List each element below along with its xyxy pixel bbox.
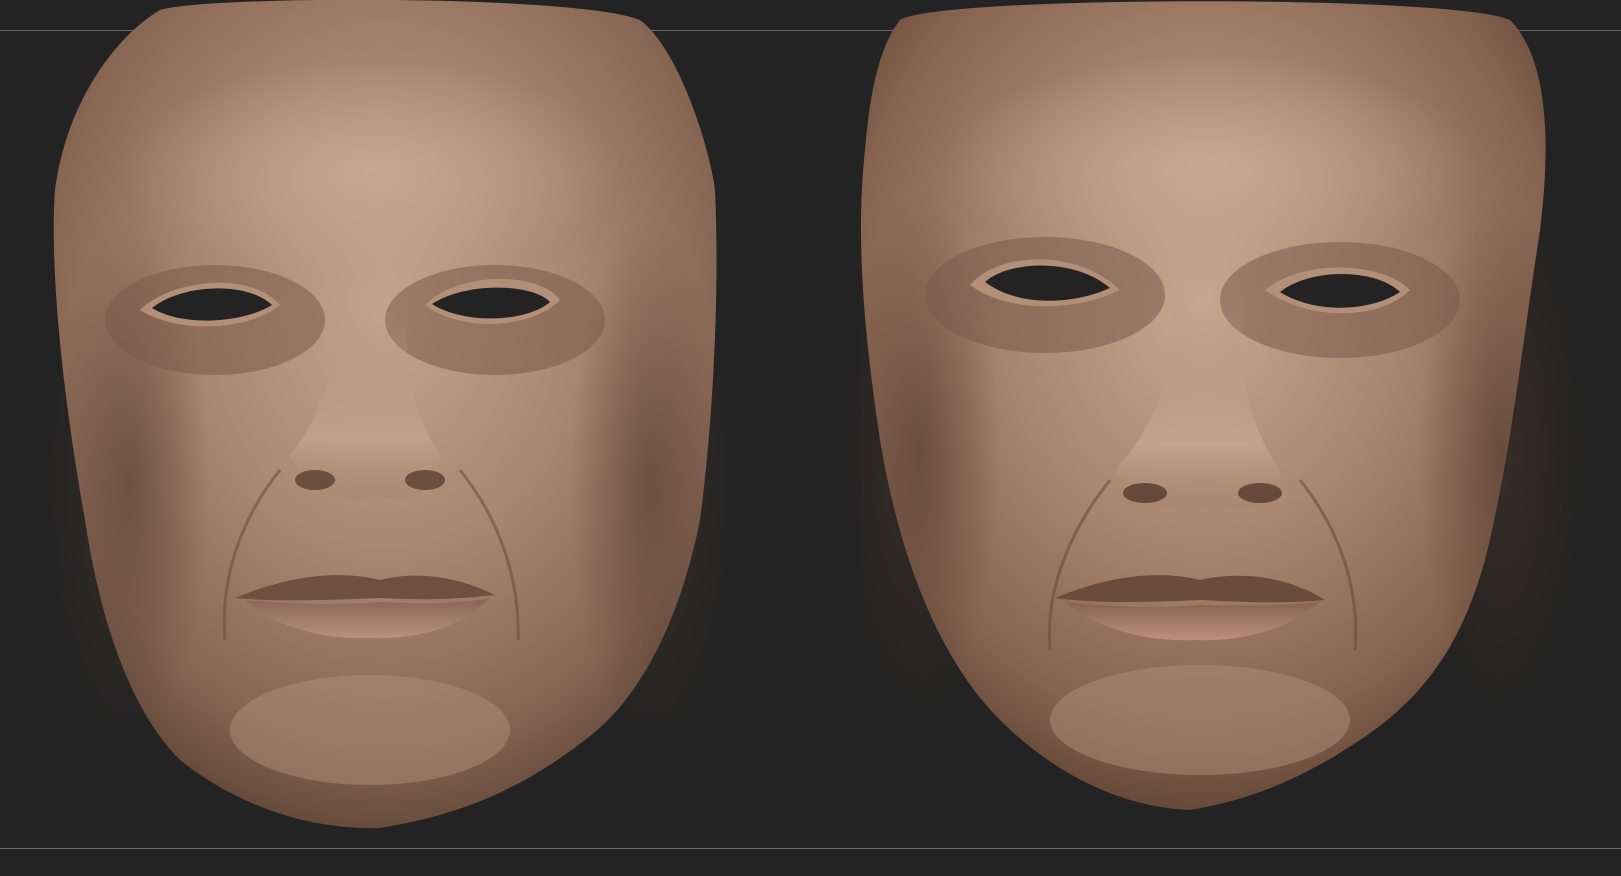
right-face-svg	[860, 1, 1580, 810]
right-face-render	[860, 0, 1600, 860]
canvas-viewport[interactable]	[0, 0, 1621, 876]
left-face-svg	[50, 0, 730, 829]
left-face-render	[40, 0, 740, 860]
